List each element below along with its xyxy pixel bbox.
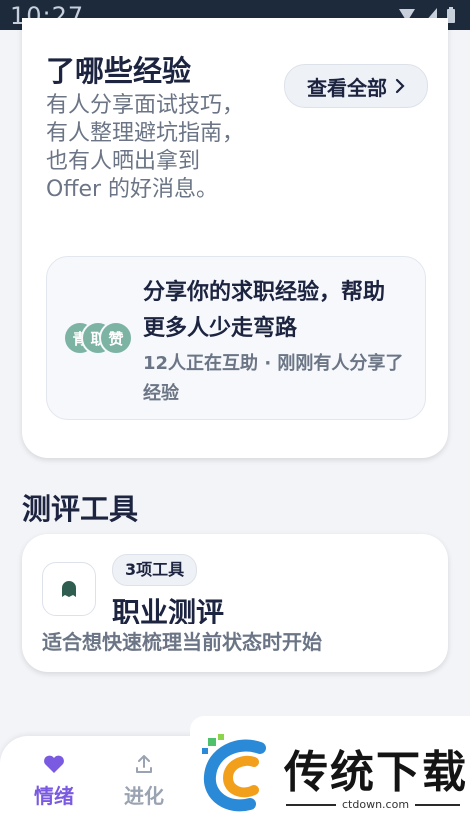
ghost-icon xyxy=(62,581,76,597)
tool-name: 职业测评 xyxy=(112,596,225,624)
upload-icon xyxy=(136,755,152,773)
experience-card: 了哪些经验 有人分享面试技巧，有人整理避坑指南，也有人晒出拿到 Offer 的好… xyxy=(22,18,448,458)
nav-label: 情绪 xyxy=(34,784,74,808)
section-title: 测评工具 xyxy=(22,492,139,526)
avatar-group: 青 取 赞 xyxy=(63,321,133,355)
tool-count-badge: 3项工具 xyxy=(112,554,198,586)
watermark-logo: 传统下载 ctdown.com xyxy=(190,716,470,836)
nav-label: 进化 xyxy=(124,784,164,808)
logo-mark-icon xyxy=(202,734,266,812)
view-all-button[interactable]: 查看全部 xyxy=(284,64,428,108)
experience-title: 了哪些经验 xyxy=(46,54,192,88)
experience-description: 有人分享面试技巧，有人整理避坑指南，也有人晒出拿到 Offer 的好消息。 xyxy=(46,93,245,202)
heart-icon xyxy=(44,755,64,773)
nav-item-evolve[interactable]: 进化 xyxy=(114,754,174,809)
view-all-label: 查看全部 xyxy=(307,75,387,100)
tool-icon-box xyxy=(42,562,96,616)
watermark-url: ctdown.com xyxy=(336,798,416,811)
share-subtitle: 12人正在互助 · 刚刚有人分享了经验 xyxy=(143,353,404,404)
tool-description: 适合想快速梳理当前状态时开始 xyxy=(42,630,322,654)
watermark-name: 传统下载 xyxy=(284,747,468,798)
chevron-right-icon xyxy=(395,78,405,94)
avatar: 赞 xyxy=(99,321,133,355)
share-experience-box[interactable]: 青 取 赞 分享你的求职经验，帮助更多人少走弯路 12人正在互助 · 刚刚有人分… xyxy=(46,256,426,420)
tool-card[interactable]: 3项工具 职业测评 适合想快速梳理当前状态时开始 xyxy=(22,534,448,672)
nav-item-emotion[interactable]: 情绪 xyxy=(24,754,84,809)
share-title: 分享你的求职经验，帮助更多人少走弯路 xyxy=(143,280,386,341)
